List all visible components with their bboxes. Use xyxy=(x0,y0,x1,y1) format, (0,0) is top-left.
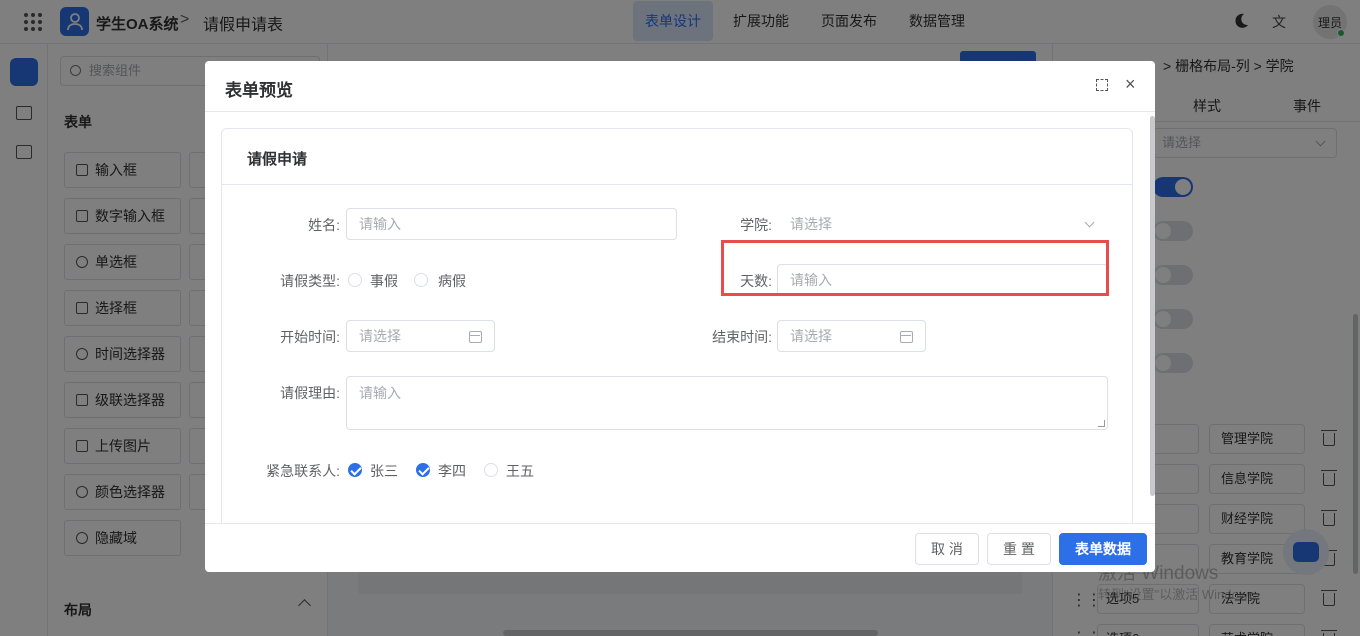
form-card: 请假申请 姓名: 请输入 学院: 请选择 请假类型: 事假 病假 天数: 请输入 xyxy=(221,128,1133,523)
radio-label: 事假 xyxy=(370,273,398,289)
start-time-placeholder: 请选择 xyxy=(359,328,401,344)
card-title: 请假申请 xyxy=(247,151,308,168)
radio-personal-leave[interactable] xyxy=(348,273,362,287)
end-time-placeholder: 请选择 xyxy=(790,328,832,344)
radio-sick-leave[interactable] xyxy=(414,273,428,287)
contact-label: 紧急联系人: xyxy=(266,463,340,479)
form-preview-dialog: 表单预览 × 请假申请 姓名: 请输入 学院: 请选择 请假类型: 事假 病假 … xyxy=(205,61,1155,572)
reason-textarea[interactable]: 请输入 xyxy=(346,376,1108,430)
dialog-body: 请假申请 姓名: 请输入 学院: 请选择 请假类型: 事假 病假 天数: 请输入 xyxy=(205,112,1155,523)
leave-type-label: 请假类型: xyxy=(280,273,340,289)
college-label: 学院: xyxy=(740,217,772,233)
name-label: 姓名: xyxy=(308,217,340,233)
start-time-label: 开始时间: xyxy=(280,329,340,345)
name-input[interactable]: 请输入 xyxy=(346,208,677,240)
checkbox-label: 王五 xyxy=(506,463,534,479)
college-select[interactable]: 请选择 xyxy=(777,208,1108,240)
resize-grip-icon[interactable] xyxy=(1098,420,1105,427)
checkbox-zhangsan[interactable] xyxy=(348,463,362,477)
reason-label: 请假理由: xyxy=(280,385,340,401)
name-placeholder: 请输入 xyxy=(359,216,401,232)
card-divider xyxy=(222,184,1132,185)
dialog-scrollbar[interactable] xyxy=(1150,116,1155,496)
end-time-label: 结束时间: xyxy=(712,329,772,345)
fullscreen-icon[interactable] xyxy=(1096,79,1108,91)
checkbox-lisi[interactable] xyxy=(416,463,430,477)
calendar-icon xyxy=(900,331,913,343)
checkbox-label: 张三 xyxy=(370,463,398,479)
cancel-button[interactable]: 取 消 xyxy=(915,533,979,565)
radio-label: 病假 xyxy=(438,273,466,289)
dialog-title: 表单预览 xyxy=(225,81,293,100)
start-time-picker[interactable]: 请选择 xyxy=(346,320,495,352)
end-time-picker[interactable]: 请选择 xyxy=(777,320,926,352)
chevron-down-icon xyxy=(1084,217,1095,228)
close-icon[interactable]: × xyxy=(1125,74,1136,95)
form-data-button[interactable]: 表单数据 xyxy=(1059,533,1147,565)
reset-button[interactable]: 重 置 xyxy=(987,533,1051,565)
college-placeholder: 请选择 xyxy=(790,216,832,232)
highlight-box xyxy=(721,240,1109,296)
checkbox-label: 李四 xyxy=(438,463,466,479)
checkbox-wangwu[interactable] xyxy=(484,463,498,477)
reason-placeholder: 请输入 xyxy=(359,385,401,401)
footer-divider xyxy=(205,523,1155,524)
calendar-icon xyxy=(469,331,482,343)
